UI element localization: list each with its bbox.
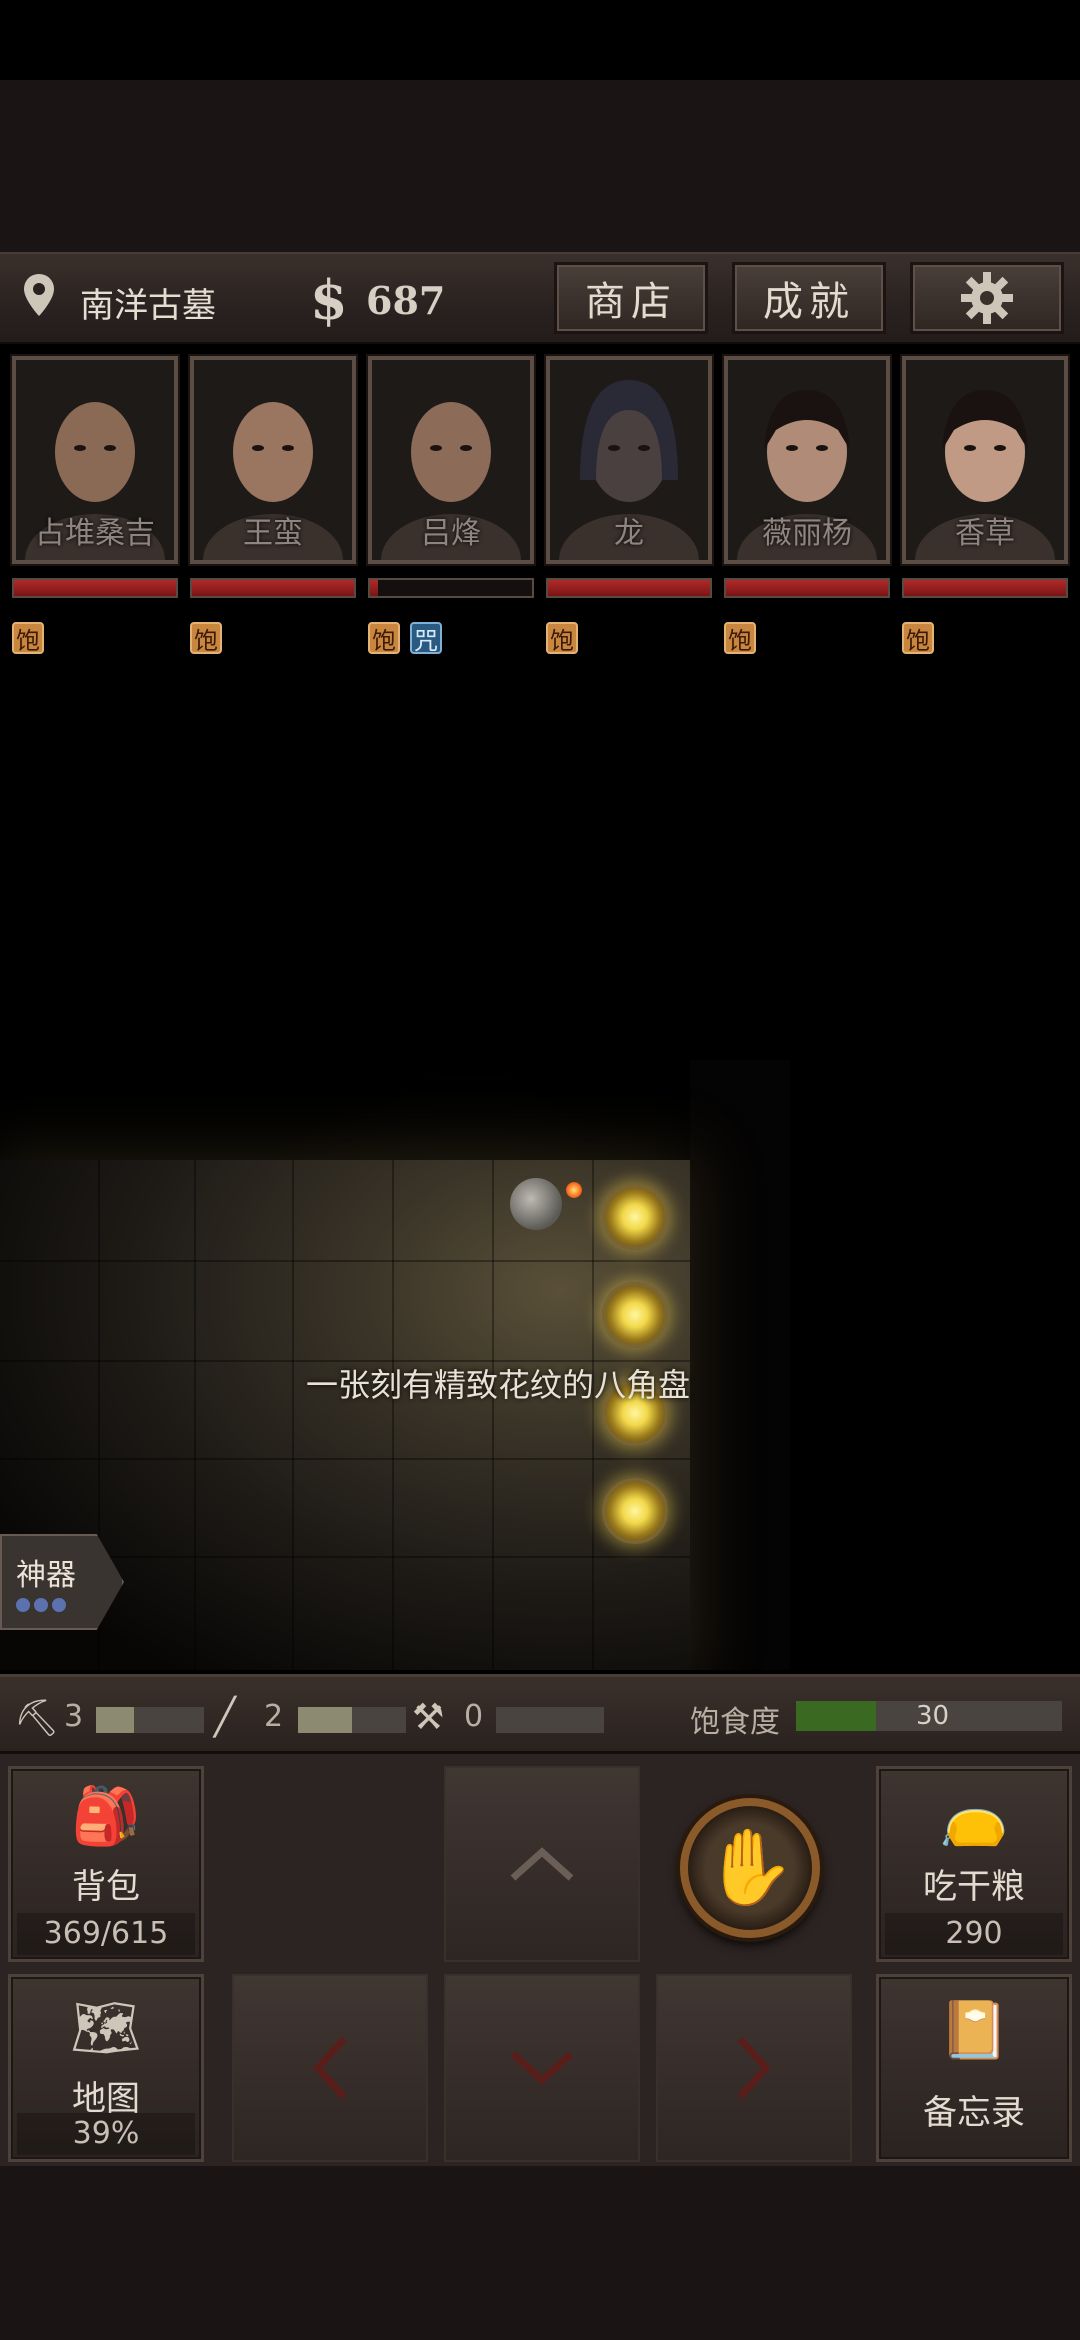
pickaxe-count: 3: [64, 1699, 84, 1734]
floor-grid: [0, 1458, 690, 1460]
character-card[interactable]: 占堆桑吉: [12, 356, 178, 564]
move-down-button[interactable]: [444, 1974, 640, 2162]
character-card[interactable]: 香草: [902, 356, 1068, 564]
money-icon: $: [310, 268, 348, 332]
hand-icon: ✋: [703, 1824, 797, 1911]
floor-grid: [292, 1160, 294, 1670]
location-name: 南洋古墓: [80, 286, 216, 326]
character-name: 占堆桑吉: [35, 516, 155, 551]
curse-badge: 咒: [410, 622, 442, 655]
memo-label: 备忘录: [923, 2093, 1025, 2133]
floor-grid: [492, 1160, 494, 1670]
floor-grid: [194, 1160, 196, 1670]
ration-bag-icon: 👝: [939, 1784, 1009, 1849]
map-pin-icon: [24, 274, 54, 316]
map-icon: 🗺: [70, 1996, 142, 2061]
nav-bar-area: [0, 2166, 1080, 2340]
item-description: 一张刻有精致花纹的八角盘: [0, 1360, 1080, 1410]
interact-button[interactable]: ✋: [680, 1798, 820, 1938]
health-bar: [902, 578, 1068, 598]
fed-badge: 饱: [12, 622, 44, 655]
character-name: 吕烽: [421, 516, 481, 551]
pickaxe-durability: [96, 1707, 204, 1733]
satiety-label: 饱食度: [690, 1705, 780, 1740]
map-progress: 39%: [17, 2113, 195, 2155]
notebook-icon: 📔: [939, 1998, 1009, 2063]
health-bar: [724, 578, 890, 598]
fed-badge: 饱: [190, 622, 222, 655]
eat-rations-button[interactable]: 👝 吃干粮 290: [876, 1766, 1072, 1962]
backpack-icon: 🎒: [71, 1784, 141, 1849]
torch-icon: [566, 1182, 582, 1198]
health-bar: [190, 578, 356, 598]
character-card[interactable]: 吕烽: [368, 356, 534, 564]
octagon-lamp[interactable]: [602, 1478, 668, 1544]
rope-durability: [298, 1707, 406, 1733]
character-card[interactable]: 龙: [546, 356, 712, 564]
chevron-down-icon: [510, 2051, 574, 2085]
chevron-up-icon: [510, 1847, 574, 1881]
fed-badge: 饱: [546, 622, 578, 655]
fed-badge: 饱: [724, 622, 756, 655]
achievements-button[interactable]: 成就: [732, 262, 886, 334]
shovel-durability: [496, 1707, 604, 1733]
floor-grid: [0, 1260, 690, 1262]
eat-label: 吃干粮: [923, 1867, 1025, 1907]
top-spacer: [0, 80, 1080, 252]
backpack-capacity: 369/615: [17, 1913, 195, 1955]
shovel-icon: ⚒: [412, 1697, 445, 1738]
backpack-label: 背包: [72, 1867, 140, 1907]
item-description-text: 一张刻有精致花纹的八角盘: [306, 1366, 691, 1404]
move-left-button[interactable]: [232, 1974, 428, 2162]
floor-grid: [592, 1160, 594, 1670]
rope-count: 2: [264, 1699, 284, 1734]
move-right-button[interactable]: [656, 1974, 852, 2162]
health-bar: [12, 578, 178, 598]
shovel-count: 0: [464, 1699, 484, 1734]
health-bar: [368, 578, 534, 598]
chevron-left-icon: [313, 2036, 347, 2100]
backpack-button[interactable]: 🎒 背包 369/615: [8, 1766, 204, 1962]
character-card[interactable]: 王蛮: [190, 356, 356, 564]
character-card[interactable]: 薇丽杨: [724, 356, 890, 564]
controls-panel: 🎒 背包 369/615 🗺 地图 39% 👝 吃干粮 290 📔 备忘录: [0, 1754, 1080, 2166]
status-bar: [0, 0, 1080, 80]
octagon-lamp[interactable]: [602, 1184, 668, 1250]
health-bar: [546, 578, 712, 598]
memo-button[interactable]: 📔 备忘录: [876, 1974, 1072, 2162]
chevron-right-icon: [737, 2036, 771, 2100]
floor-grid: [392, 1160, 394, 1670]
money-value: 687: [366, 278, 446, 323]
shop-button[interactable]: 商店: [554, 262, 708, 334]
character-name: 龙: [614, 516, 644, 551]
pickaxe-icon: ⛏: [14, 1698, 60, 1739]
character-name: 香草: [955, 516, 1015, 551]
octagon-lamp[interactable]: [602, 1282, 668, 1348]
dungeon-view[interactable]: [0, 680, 1080, 1670]
fed-badge: 饱: [902, 622, 934, 655]
settings-button[interactable]: [910, 262, 1064, 334]
artifact-label: 神器: [16, 1558, 76, 1593]
character-name: 王蛮: [243, 516, 303, 551]
ration-count: 290: [885, 1913, 1063, 1955]
player-token: [510, 1178, 562, 1230]
gear-icon: [961, 272, 1013, 324]
map-button[interactable]: 🗺 地图 39%: [8, 1974, 204, 2162]
character-name: 薇丽杨: [762, 516, 852, 551]
header-bar: 南洋古墓 $ 687 商店 成就: [0, 252, 1080, 344]
satiety-value: 30: [916, 1701, 950, 1731]
tool-bar: ⛏ 3 ╱ 2 ⚒ 0 饱食度 30: [0, 1674, 1080, 1754]
rope-icon: ╱: [214, 1697, 236, 1738]
move-up-button[interactable]: [444, 1766, 640, 1962]
artifact-charges: [16, 1598, 66, 1612]
fed-badge: 饱: [368, 622, 400, 655]
